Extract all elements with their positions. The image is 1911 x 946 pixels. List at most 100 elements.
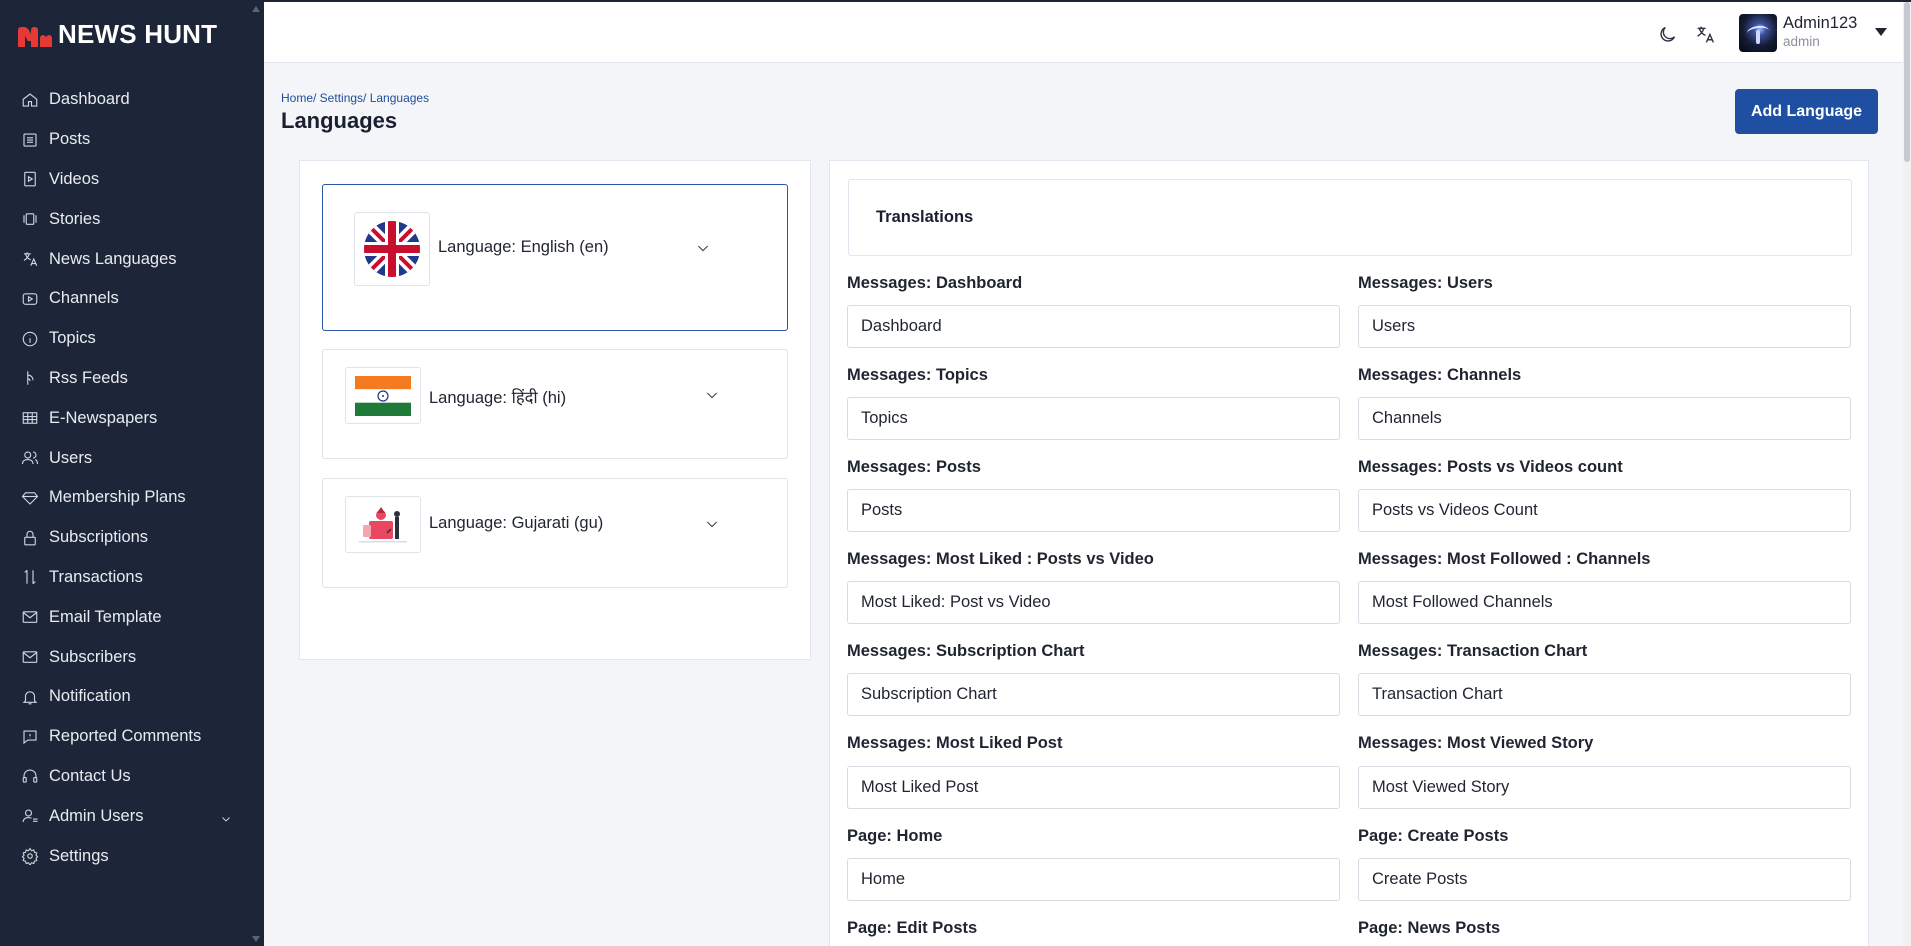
breadcrumb-home[interactable]: Home/ bbox=[281, 91, 316, 105]
add-language-button[interactable]: Add Language bbox=[1735, 89, 1878, 134]
field-label: Messages: Dashboard bbox=[847, 274, 1023, 292]
translation-input-most-liked-post[interactable] bbox=[847, 766, 1340, 809]
translation-input-users[interactable] bbox=[1358, 305, 1851, 348]
language-label: Language: English (en) bbox=[438, 238, 609, 256]
translation-input-most-liked[interactable] bbox=[847, 581, 1340, 624]
language-item-english[interactable]: Language: English (en) bbox=[322, 184, 788, 331]
sidebar-item-label: Dashboard bbox=[49, 90, 130, 109]
translation-input-transaction-chart[interactable] bbox=[1358, 673, 1851, 716]
mail-icon bbox=[20, 607, 40, 627]
gear-icon bbox=[20, 846, 40, 866]
sidebar-item-dashboard[interactable]: Dashboard bbox=[0, 80, 264, 120]
sidebar-item-channels[interactable]: Channels bbox=[0, 279, 264, 319]
sidebar-scroll-up-arrow[interactable] bbox=[252, 6, 260, 12]
field-label: Messages: Posts vs Videos count bbox=[1358, 458, 1623, 476]
rss-icon bbox=[20, 368, 40, 388]
translation-input-channels[interactable] bbox=[1358, 397, 1851, 440]
sidebar-item-users[interactable]: Users bbox=[0, 438, 264, 478]
field-label: Messages: Transaction Chart bbox=[1358, 642, 1588, 660]
sidebar-item-label: Membership Plans bbox=[49, 488, 186, 507]
sidebar-item-settings[interactable]: Settings bbox=[0, 836, 264, 876]
sidebar-item-admin-users[interactable]: Admin Users bbox=[0, 796, 264, 836]
sidebar-item-transactions[interactable]: Transactions bbox=[0, 558, 264, 598]
transfer-icon bbox=[20, 567, 40, 587]
page-scrollbar[interactable] bbox=[1903, 2, 1911, 946]
sidebar-item-label: E-Newspapers bbox=[49, 408, 158, 427]
logo-mark-icon bbox=[18, 21, 52, 47]
headset-icon bbox=[20, 766, 40, 786]
sidebar-item-label: Rss Feeds bbox=[49, 368, 128, 387]
app-logo[interactable]: NEWS HUNT bbox=[18, 18, 217, 50]
sidebar-item-membership-plans[interactable]: Membership Plans bbox=[0, 478, 264, 518]
sidebar-nav: Dashboard Posts Videos Stories News Lang… bbox=[0, 80, 264, 876]
translate-icon bbox=[20, 249, 40, 269]
top-header: Admin123 admin bbox=[264, 2, 1911, 63]
sidebar-item-notification[interactable]: Notification bbox=[0, 677, 264, 717]
translate-icon[interactable] bbox=[1693, 22, 1717, 46]
field-label: Messages: Users bbox=[1358, 274, 1493, 292]
field-label: Messages: Most Followed : Channels bbox=[1358, 550, 1651, 568]
language-item-hindi[interactable]: Language: हिंदी (hi) bbox=[322, 349, 788, 459]
chevron-down-icon[interactable] bbox=[695, 240, 711, 256]
breadcrumb-settings[interactable]: Settings/ bbox=[316, 91, 367, 105]
sidebar-item-email-template[interactable]: Email Template bbox=[0, 597, 264, 637]
translation-input-posts-vs-videos[interactable] bbox=[1358, 489, 1851, 532]
sidebar-item-label: Contact Us bbox=[49, 766, 131, 785]
newspaper-icon bbox=[20, 408, 40, 428]
translations-header: Translations bbox=[848, 179, 1852, 256]
chevron-down-icon[interactable] bbox=[704, 516, 720, 532]
user-menu-caret-icon[interactable] bbox=[1875, 28, 1887, 36]
translation-input-dashboard[interactable] bbox=[847, 305, 1340, 348]
translation-input-page-home[interactable] bbox=[847, 858, 1340, 901]
info-icon bbox=[20, 329, 40, 349]
field-label: Messages: Channels bbox=[1358, 366, 1522, 384]
sidebar-item-posts[interactable]: Posts bbox=[0, 120, 264, 160]
field-label: Page: Edit Posts bbox=[847, 919, 978, 937]
sidebar-item-topics[interactable]: Topics bbox=[0, 319, 264, 359]
sidebar-item-label: Settings bbox=[49, 846, 109, 865]
sidebar-item-label: Videos bbox=[49, 169, 100, 188]
chevron-down-icon[interactable] bbox=[704, 387, 720, 403]
chevron-down-icon[interactable] bbox=[220, 811, 232, 830]
sidebar-item-subscribers[interactable]: Subscribers bbox=[0, 637, 264, 677]
scrollbar-thumb[interactable] bbox=[1904, 2, 1910, 162]
translation-input-create-posts[interactable] bbox=[1358, 858, 1851, 901]
translation-input-posts[interactable] bbox=[847, 489, 1340, 532]
sidebar-item-label: Admin Users bbox=[49, 806, 144, 825]
sidebar-item-stories[interactable]: Stories bbox=[0, 199, 264, 239]
translation-input-most-viewed-story[interactable] bbox=[1358, 766, 1851, 809]
field-label: Messages: Most Viewed Story bbox=[1358, 734, 1594, 752]
language-item-gujarati[interactable]: Language: Gujarati (gu) bbox=[322, 478, 788, 588]
moon-icon[interactable] bbox=[1655, 22, 1679, 46]
language-label: Language: Gujarati (gu) bbox=[429, 514, 604, 532]
sidebar-item-news-languages[interactable]: News Languages bbox=[0, 239, 264, 279]
translations-card: Translations Messages: Dashboard Message… bbox=[829, 160, 1869, 946]
breadcrumb: Home/ Settings/ Languages bbox=[281, 91, 429, 105]
sidebar-item-contact-us[interactable]: Contact Us bbox=[0, 757, 264, 797]
users-icon bbox=[20, 448, 40, 468]
field-label: Page: Create Posts bbox=[1358, 827, 1509, 845]
sidebar-scroll-down-arrow[interactable] bbox=[252, 936, 260, 942]
stories-icon bbox=[20, 209, 40, 229]
sidebar-item-videos[interactable]: Videos bbox=[0, 160, 264, 200]
avatar[interactable] bbox=[1739, 14, 1777, 52]
field-label: Messages: Topics bbox=[847, 366, 988, 384]
gujarati-illustration bbox=[345, 496, 421, 553]
sidebar-item-reported-comments[interactable]: Reported Comments bbox=[0, 717, 264, 757]
sidebar-item-e-newspapers[interactable]: E-Newspapers bbox=[0, 398, 264, 438]
logo-text: NEWS HUNT bbox=[58, 18, 218, 49]
sidebar-item-label: News Languages bbox=[49, 249, 177, 268]
sidebar-item-subscriptions[interactable]: Subscriptions bbox=[0, 518, 264, 558]
translation-input-topics[interactable] bbox=[847, 397, 1340, 440]
translations-title: Translations bbox=[876, 208, 974, 226]
user-name[interactable]: Admin123 bbox=[1783, 14, 1857, 33]
top-border bbox=[0, 0, 1911, 2]
translation-input-most-followed[interactable] bbox=[1358, 581, 1851, 624]
posts-icon bbox=[20, 130, 40, 150]
sidebar-item-label: Subscribers bbox=[49, 647, 137, 666]
admin-user-icon bbox=[20, 806, 40, 826]
translation-input-subscription-chart[interactable] bbox=[847, 673, 1340, 716]
lock-icon bbox=[20, 528, 40, 548]
sidebar-item-label: Stories bbox=[49, 209, 101, 228]
sidebar-item-rss-feeds[interactable]: Rss Feeds bbox=[0, 359, 264, 399]
